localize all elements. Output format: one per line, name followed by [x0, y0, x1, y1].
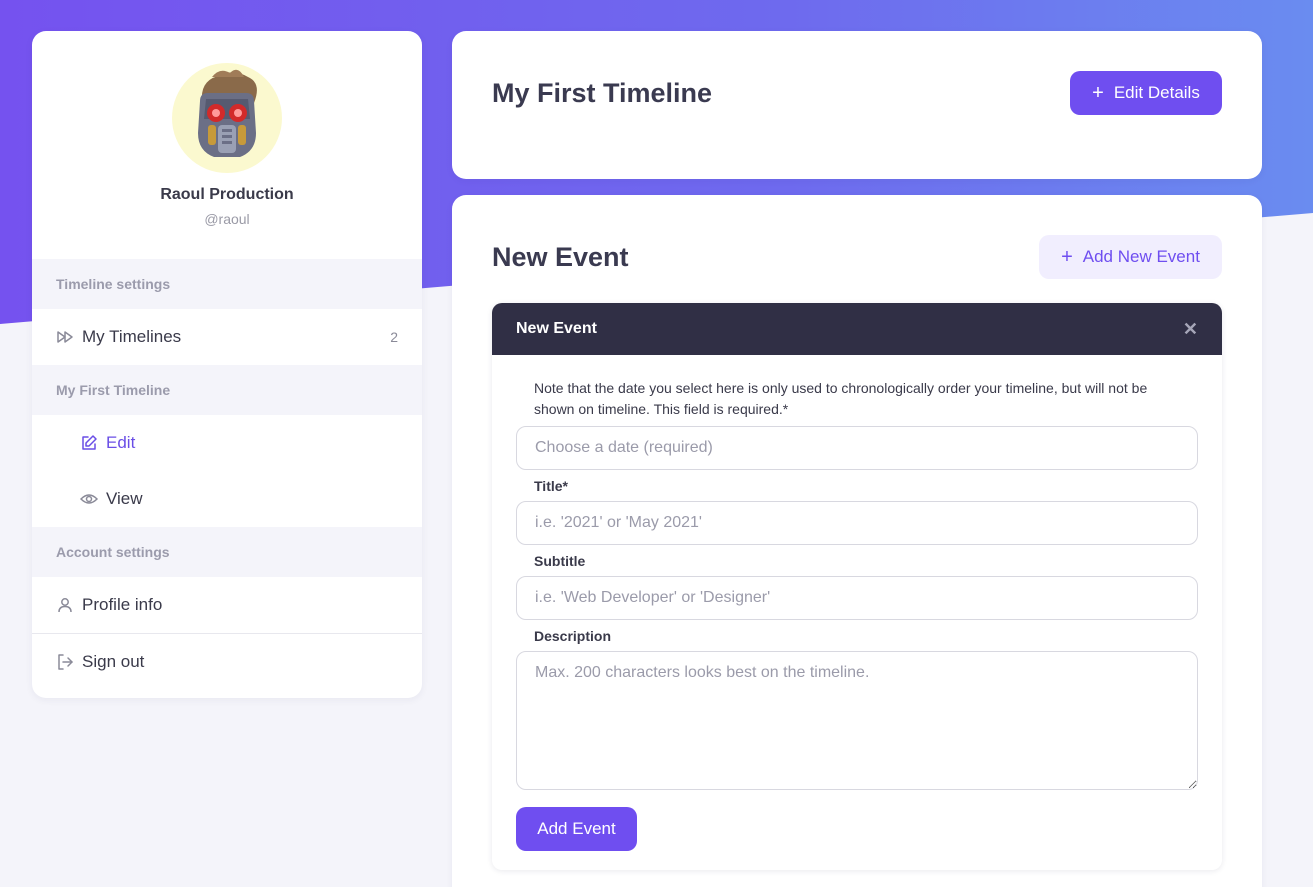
- sidebar-item-label: Edit: [106, 433, 136, 452]
- close-icon[interactable]: ✕: [1183, 319, 1198, 340]
- eye-icon: [80, 490, 98, 508]
- edit-details-button[interactable]: + Edit Details: [1070, 71, 1222, 115]
- description-textarea[interactable]: [516, 651, 1198, 790]
- profile-name: Raoul Production: [160, 186, 294, 203]
- sidebar-item-sign-out[interactable]: Sign out: [32, 634, 422, 690]
- date-input[interactable]: [516, 426, 1198, 470]
- add-event-button[interactable]: Add Event: [516, 807, 637, 851]
- plus-icon: +: [1061, 246, 1073, 268]
- panel-title: New Event: [516, 320, 597, 337]
- profile-block: Raoul Production @raoul: [32, 31, 422, 259]
- panel-header: New Event ✕: [492, 303, 1222, 355]
- section-header-my-first-timeline: My First Timeline: [32, 365, 422, 415]
- title-label: Title*: [534, 478, 568, 494]
- sidebar-item-edit[interactable]: Edit: [32, 415, 422, 471]
- avatar: [172, 63, 282, 173]
- description-label: Description: [534, 628, 612, 644]
- sign-out-icon: [56, 653, 74, 671]
- sidebar-item-my-timelines[interactable]: My Timelines 2: [32, 309, 422, 365]
- timelines-count-badge: 2: [390, 329, 398, 345]
- page-title: My First Timeline: [492, 78, 713, 108]
- section-header-timeline-settings: Timeline settings: [32, 259, 422, 309]
- sidebar-item-profile-info[interactable]: Profile info: [32, 577, 422, 633]
- plus-icon: +: [1092, 82, 1104, 104]
- panel-body: Note that the date you select here is on…: [492, 355, 1222, 851]
- edit-icon: [80, 434, 98, 452]
- add-new-event-button[interactable]: + Add New Event: [1039, 235, 1222, 279]
- title-input[interactable]: [516, 501, 1198, 545]
- sidebar-item-label: Sign out: [82, 652, 145, 671]
- fast-forward-icon: [56, 328, 74, 346]
- sidebar-item-label: View: [106, 489, 143, 508]
- profile-handle: @raoul: [204, 211, 250, 227]
- date-note: Note that the date you select here is on…: [534, 380, 1148, 417]
- timeline-header-card: My First Timeline + Edit Details: [452, 31, 1262, 179]
- new-event-card: New Event + Add New Event New Event ✕ No…: [452, 195, 1262, 887]
- edit-details-label: Edit Details: [1113, 83, 1200, 102]
- section-title: New Event: [492, 242, 629, 272]
- subtitle-label: Subtitle: [534, 553, 586, 569]
- masked-hero-avatar-icon: [198, 69, 257, 157]
- subtitle-input[interactable]: [516, 576, 1198, 620]
- section-header-account-settings: Account settings: [32, 527, 422, 577]
- add-new-event-label: Add New Event: [1082, 247, 1200, 266]
- new-event-panel: New Event ✕ Note that the date you selec…: [492, 303, 1222, 870]
- sidebar-item-label: Profile info: [82, 595, 163, 614]
- sidebar-item-view[interactable]: View: [32, 471, 422, 527]
- user-icon: [56, 596, 74, 614]
- sidebar: Raoul Production @raoul Timeline setting…: [32, 31, 422, 698]
- sidebar-item-label: My Timelines: [82, 327, 182, 346]
